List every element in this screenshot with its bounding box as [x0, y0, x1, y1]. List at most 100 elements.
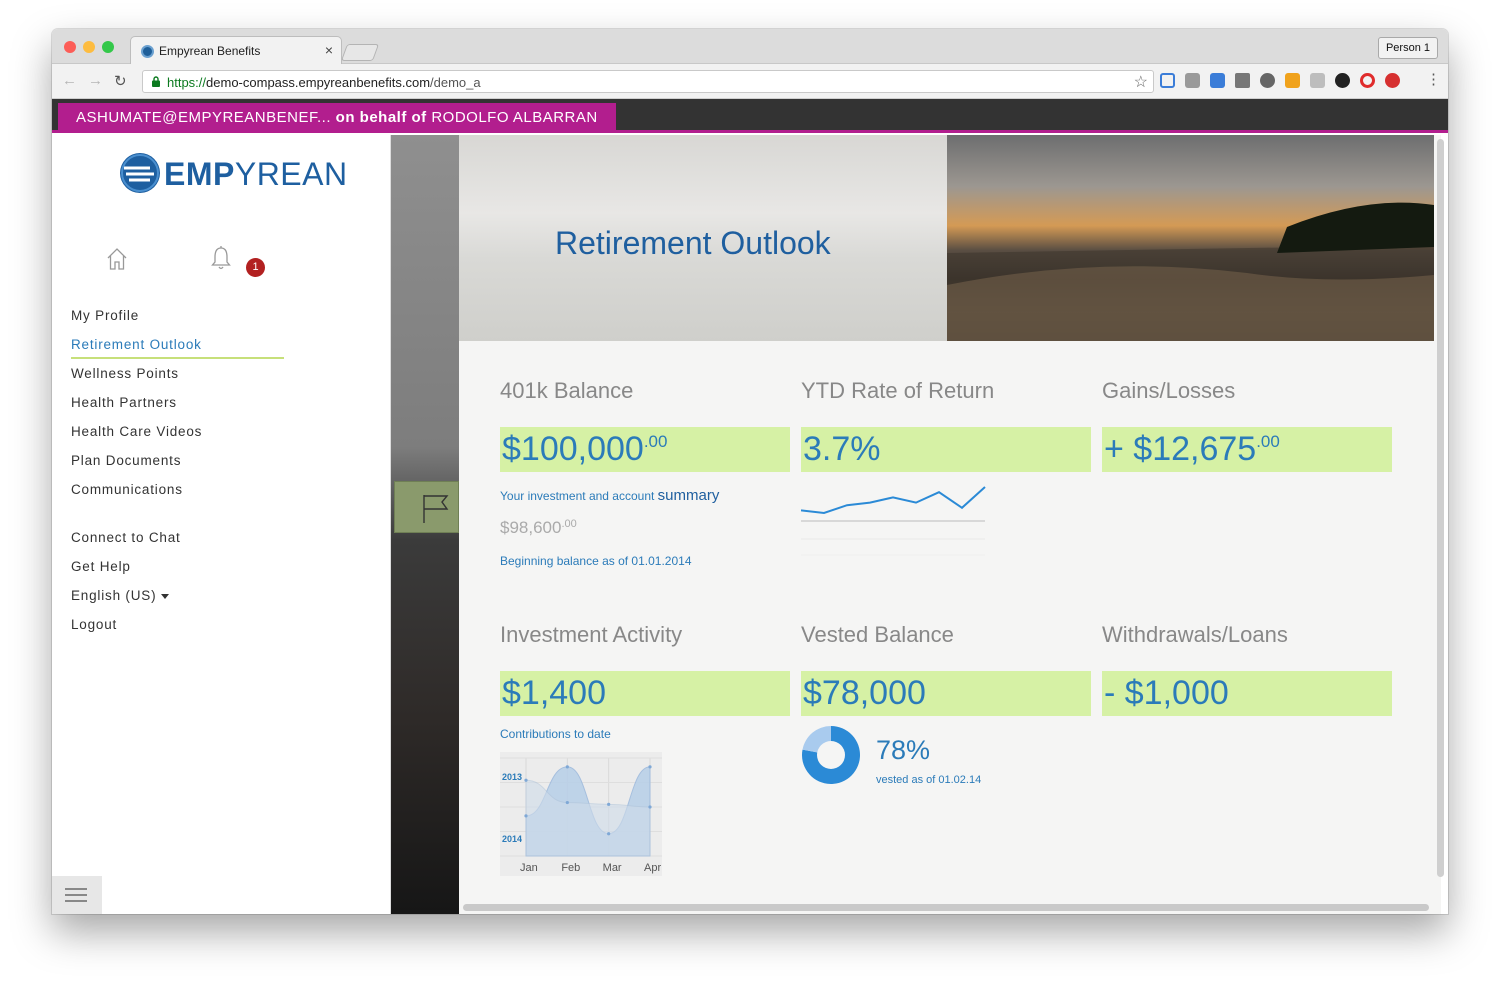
- sidebar-item-plan-documents[interactable]: Plan Documents: [71, 452, 311, 481]
- sidebar-item-get-help[interactable]: Get Help: [71, 558, 311, 587]
- sidebar-item-wellness-points[interactable]: Wellness Points: [71, 365, 311, 394]
- area-chart-x-label: Jan: [520, 862, 538, 874]
- ytd-sparkline-chart: [801, 486, 986, 556]
- adblock-extension-icon[interactable]: [1385, 73, 1400, 88]
- sidebar-item-retirement-outlook[interactable]: Retirement Outlook: [71, 336, 311, 365]
- summary-link[interactable]: summary: [658, 487, 720, 504]
- gains-card-title: Gains/Losses: [1102, 378, 1236, 403]
- withdrawals-value-bar: - $1,000: [1102, 671, 1392, 716]
- caret-down-icon: [161, 593, 170, 599]
- navigation-bar: ← → ↻ https://demo-compass.empyreanbenef…: [52, 64, 1448, 99]
- close-tab-icon[interactable]: ×: [325, 42, 333, 58]
- impersonation-bar: ASHUMATE@EMPYREANBENEF... on behalf of R…: [52, 99, 1448, 133]
- back-icon[interactable]: ←: [62, 72, 77, 89]
- sidebar-item-health-partners[interactable]: Health Partners: [71, 394, 311, 423]
- sidebar-item-logout[interactable]: Logout: [71, 616, 311, 645]
- camera-extension-icon[interactable]: [1235, 73, 1250, 88]
- minimize-window-icon[interactable]: [83, 41, 95, 53]
- donut-hole: [817, 741, 845, 769]
- language-select[interactable]: English (US): [71, 587, 311, 616]
- sidebar-item-my-profile[interactable]: My Profile: [71, 307, 311, 336]
- logo-globe-icon: [120, 153, 160, 193]
- bookmark-star-icon[interactable]: ☆: [1134, 72, 1148, 92]
- reload-icon[interactable]: ↻: [114, 72, 127, 90]
- forward-icon[interactable]: →: [88, 72, 103, 89]
- activity-value-bar: $1,400: [500, 671, 790, 716]
- area-chart-point: [565, 800, 569, 805]
- flag-icon: [423, 495, 449, 523]
- vested-note: vested as of 01.02.14: [876, 774, 982, 786]
- address-bar[interactable]: https://demo-compass.empyreanbenefits.co…: [142, 70, 1154, 93]
- browser-tab[interactable]: Empyrean Benefits ×: [130, 36, 342, 65]
- horizontal-scrollbar[interactable]: [463, 904, 1429, 911]
- sidebar: EMPYREAN 1 My Profile Retirement Outlook…: [52, 135, 391, 914]
- balance-value-bar: $100,000.00: [500, 427, 790, 472]
- area-chart-point: [607, 802, 611, 806]
- sidebar-menu: My Profile Retirement Outlook Wellness P…: [71, 307, 311, 645]
- area-chart-point: [648, 765, 652, 769]
- area-chart-point: [607, 832, 611, 836]
- vested-card-title: Vested Balance: [801, 622, 954, 647]
- vested-value: $78,000: [803, 674, 926, 712]
- series-label-2014: 2014: [502, 834, 522, 844]
- gains-value: + $12,675.00: [1104, 430, 1280, 468]
- tab-title: Empyrean Benefits: [159, 44, 261, 58]
- balance-value: $100,000.00: [502, 430, 668, 468]
- withdrawals-value: - $1,000: [1104, 674, 1229, 712]
- browser-menu-icon[interactable]: ⋮: [1426, 70, 1441, 88]
- bell-icon[interactable]: [210, 245, 232, 271]
- beginning-balance-note: Beginning balance as of 01.01.2014: [500, 554, 692, 568]
- vested-value-bar: $78,000: [801, 671, 1091, 716]
- new-tab-button[interactable]: [340, 44, 380, 61]
- hero-photo-beach: [947, 135, 1434, 341]
- sidebar-item-communications[interactable]: Communications: [71, 481, 311, 510]
- balance-card-title: 401k Balance: [500, 378, 634, 403]
- activity-value: $1,400: [502, 674, 606, 712]
- area-chart-point: [648, 805, 652, 809]
- favicon-icon: [141, 45, 154, 58]
- hero-banner: Retirement Outlook: [459, 135, 1434, 341]
- close-window-icon[interactable]: [64, 41, 76, 53]
- area-chart-point: [524, 778, 528, 782]
- impersonation-banner: ASHUMATE@EMPYREANBENEF... on behalf of R…: [58, 103, 616, 130]
- browser-window: Empyrean Benefits × Person 1 ← → ↻ https…: [52, 29, 1448, 914]
- ytd-card-title: YTD Rate of Return: [801, 378, 995, 403]
- screen-capture-extension-icon[interactable]: [1160, 73, 1175, 88]
- area-chart-x-label: Mar: [603, 862, 622, 874]
- opera-extension-icon[interactable]: [1360, 73, 1375, 88]
- url-text: https://demo-compass.empyreanbenefits.co…: [167, 75, 481, 90]
- sidebar-item-connect-to-chat[interactable]: Connect to Chat: [71, 529, 311, 558]
- vested-percent: 78%: [876, 735, 931, 765]
- zoom-window-icon[interactable]: [102, 41, 114, 53]
- tab-bar: Empyrean Benefits × Person 1: [52, 29, 1448, 65]
- contributions-area-chart: 2013 2014 Jan Feb Mar Apr: [500, 752, 662, 876]
- balance-summary-note: Your investment and account summary: [500, 487, 720, 504]
- sidebar-item-health-care-videos[interactable]: Health Care Videos: [71, 423, 311, 452]
- check-extension-icon[interactable]: [1210, 73, 1225, 88]
- retirement-outlook-panel: Retirement Outlook 401k Balance $100,000…: [459, 135, 1444, 914]
- area-chart-point: [524, 814, 528, 818]
- gear-extension-icon[interactable]: [1260, 73, 1275, 88]
- grammar-extension-icon[interactable]: [1310, 73, 1325, 88]
- hamburger-menu-icon[interactable]: [52, 876, 102, 914]
- empyrean-logo[interactable]: EMPYREAN: [120, 153, 350, 195]
- page-title: Retirement Outlook: [555, 225, 831, 261]
- flag-button[interactable]: [394, 481, 459, 533]
- area-chart-x-label: Apr: [644, 862, 661, 874]
- ytd-value-bar: 3.7%: [801, 427, 1091, 472]
- color-picker-extension-icon[interactable]: [1335, 73, 1350, 88]
- ytd-sparkline-series: [801, 486, 986, 515]
- vertical-scrollbar[interactable]: [1437, 139, 1444, 877]
- coupon-extension-icon[interactable]: [1285, 73, 1300, 88]
- activity-note: Contributions to date: [500, 727, 611, 741]
- vested-donut-chart: [802, 726, 860, 784]
- active-item-underline: [71, 357, 284, 359]
- home-icon[interactable]: [106, 247, 128, 271]
- profile-button[interactable]: Person 1: [1377, 37, 1438, 59]
- notification-badge[interactable]: 1: [246, 258, 265, 277]
- lock-icon: [152, 76, 160, 87]
- linkedin-extension-icon[interactable]: [1185, 73, 1200, 88]
- beginning-balance-value: $98,600.00: [500, 518, 577, 537]
- activity-card-title: Investment Activity: [500, 622, 683, 647]
- gains-value-bar: + $12,675.00: [1102, 427, 1392, 472]
